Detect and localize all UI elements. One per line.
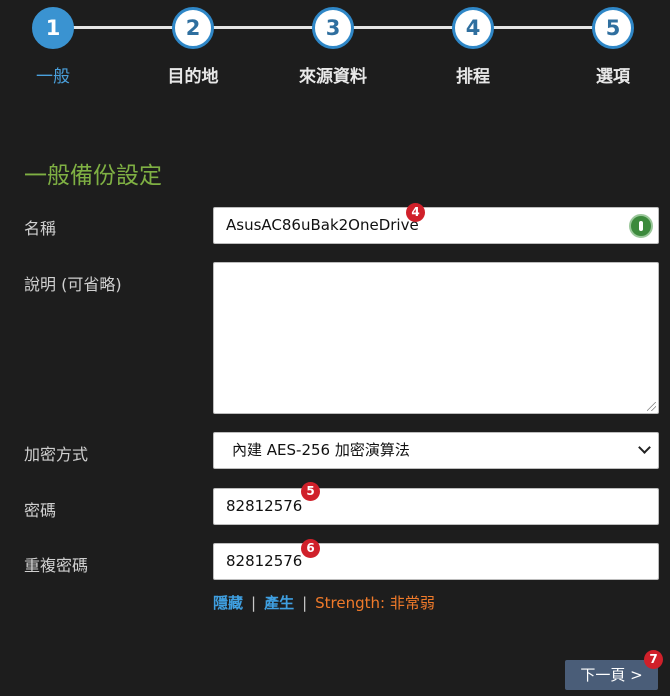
step-destination[interactable]: 2 目的地	[133, 7, 253, 87]
name-input[interactable]: AsusAC86uBak2OneDrive	[213, 207, 659, 244]
repeat-password-value: 82812576	[226, 552, 303, 570]
step-number: 2	[172, 7, 214, 49]
chevron-down-icon	[638, 441, 651, 454]
hide-password-link[interactable]: 隱藏	[213, 594, 243, 612]
step-label: 排程	[456, 67, 490, 87]
step-label: 來源資料	[299, 67, 367, 87]
repeat-password-label: 重複密碼	[24, 556, 89, 575]
section-title: 一般備份設定	[24, 163, 162, 189]
step-schedule[interactable]: 4 排程	[413, 7, 533, 87]
step-options[interactable]: 5 選項	[553, 7, 670, 87]
password-input[interactable]: 82812576	[213, 488, 659, 525]
step-general[interactable]: 1 一般	[0, 7, 113, 87]
password-manager-icon[interactable]	[629, 214, 653, 238]
step-number: 5	[592, 7, 634, 49]
wizard-stepper: 1 一般 2 目的地 3 來源資料 4 排程 5 選項	[0, 0, 670, 100]
resize-handle-icon[interactable]	[647, 402, 656, 411]
password-actions: 隱藏 | 產生 | Strength: 非常弱	[213, 592, 435, 613]
encryption-selected-value: 內建 AES-256 加密演算法	[232, 441, 410, 459]
link-separator: |	[251, 594, 257, 612]
encryption-label: 加密方式	[24, 445, 89, 464]
password-label: 密碼	[24, 501, 57, 520]
step-marker-4: 4	[406, 203, 425, 222]
repeat-password-input[interactable]: 82812576	[213, 543, 659, 580]
encryption-select[interactable]: 內建 AES-256 加密演算法	[213, 432, 659, 469]
step-number: 1	[32, 7, 74, 49]
step-label: 一般	[36, 67, 70, 87]
name-label: 名稱	[24, 219, 57, 238]
next-page-button[interactable]: 下一頁 >	[565, 660, 658, 690]
name-input-value: AsusAC86uBak2OneDrive	[226, 216, 419, 234]
step-marker-7: 7	[644, 650, 663, 669]
step-source-data[interactable]: 3 來源資料	[273, 7, 393, 87]
generate-password-link[interactable]: 產生	[264, 594, 294, 612]
password-strength-text: Strength: 非常弱	[315, 594, 435, 612]
step-marker-6: 6	[301, 539, 320, 558]
description-textarea[interactable]	[213, 262, 659, 414]
step-number: 3	[312, 7, 354, 49]
step-number: 4	[452, 7, 494, 49]
password-value: 82812576	[226, 497, 303, 515]
step-marker-5: 5	[301, 482, 320, 501]
description-label: 說明 (可省略)	[24, 275, 122, 294]
step-label: 選項	[596, 67, 630, 87]
link-separator: |	[302, 594, 308, 612]
step-label: 目的地	[167, 67, 219, 87]
